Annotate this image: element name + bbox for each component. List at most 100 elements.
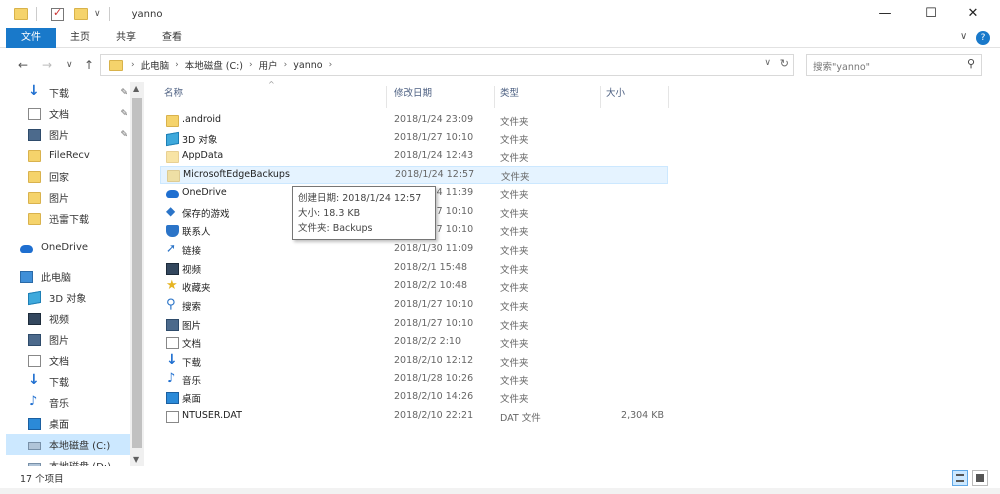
scroll-down-icon[interactable]: ▼ [133,455,139,464]
refresh-icon[interactable]: ↻ [780,57,789,70]
file-row[interactable]: 桌面 2018/2/10 14:26 文件夹 [160,389,668,407]
breadcrumb-this-pc[interactable]: 此电脑 [141,58,170,72]
details-view-button[interactable] [952,470,968,486]
document-icon [28,107,41,120]
file-row[interactable]: 图片 2018/1/27 10:10 文件夹 [160,316,668,334]
file-row[interactable]: NTUSER.DAT 2018/2/10 22:21 DAT 文件 2,304 … [160,408,668,426]
tab-share[interactable]: 共享 [108,28,144,48]
file-row[interactable]: 下载 2018/2/10 12:12 文件夹 [160,352,668,371]
file-row[interactable]: 链接 2018/1/30 11:09 文件夹 [160,241,668,259]
column-header-type[interactable]: 类型 [496,86,600,102]
forward-button[interactable]: → [42,58,52,72]
pin-icon[interactable]: ✎ [120,109,128,119]
pin-icon[interactable]: ✎ [120,130,128,140]
column-header-name[interactable]: 名称 [160,86,386,102]
sidebar-item-this-pc[interactable]: 此电脑 [20,266,130,287]
sidebar-item-folder[interactable]: 回家 [28,166,130,187]
breadcrumb-separator[interactable]: › [249,60,253,70]
breadcrumb-users[interactable]: 用户 [259,58,278,72]
sidebar-item-xunlei-downloads[interactable]: 迅雷下载 [28,208,130,229]
sidebar-item-local-disk-d[interactable]: 本地磁盘 (D:) [28,455,130,466]
address-dropdown-icon[interactable]: ∨ [764,58,771,68]
properties-icon[interactable] [51,6,64,21]
scrollbar-thumb[interactable] [132,98,142,448]
sidebar-item-pictures[interactable]: 图片 [28,329,130,350]
sidebar-item-pictures-pinned[interactable]: 图片 ✎ [28,124,130,145]
file-row[interactable]: 收藏夹 2018/2/2 10:48 文件夹 [160,278,668,296]
column-divider[interactable] [494,86,495,108]
breadcrumb-local-disk[interactable]: 本地磁盘 (C:) [185,58,243,72]
picture-icon [28,128,41,141]
breadcrumb-separator[interactable]: › [284,60,288,70]
sidebar-item-downloads-pinned[interactable]: 下载 ✎ [28,82,130,103]
column-divider[interactable] [600,86,601,108]
column-divider[interactable] [668,86,669,108]
file-row[interactable]: AppData 2018/1/24 12:43 文件夹 [160,148,668,166]
sidebar-item-desktop[interactable]: 桌面 [28,413,130,434]
expand-ribbon-icon[interactable]: ∨ [960,31,967,42]
back-button[interactable]: ← [18,58,28,72]
tab-view[interactable]: 查看 [154,28,190,48]
tab-file[interactable]: 文件 [6,28,56,48]
file-date: 2018/2/2 10:48 [394,280,468,291]
search-icon[interactable]: ⚲ [967,57,975,70]
minimize-button[interactable]: — [862,0,908,28]
title-bar: ∨ yanno [0,0,1000,28]
computer-icon [20,270,33,283]
pin-icon[interactable]: ✎ [120,88,128,98]
saved-games-icon [166,204,179,219]
help-icon[interactable]: ? [976,31,990,45]
sidebar-item-videos[interactable]: 视频 [28,308,130,329]
file-row[interactable]: MicrosoftEdgeBackups 2018/1/24 12:57 文件夹 [160,166,668,184]
file-name: MicrosoftEdgeBackups [183,169,290,180]
folder-icon [167,170,180,182]
3d-objects-icon [166,131,179,147]
sidebar-item-3d-objects[interactable]: 3D 对象 [28,287,130,308]
sidebar-scrollbar[interactable]: ▲ ▼ [130,82,144,466]
file-date: 2018/2/2 2:10 [394,336,462,347]
large-icons-view-button[interactable] [972,470,988,486]
up-button[interactable]: ↑ [84,58,94,72]
tab-home[interactable]: 主页 [62,28,98,48]
document-icon [28,354,41,367]
file-name: 搜索 [182,302,202,313]
sidebar-item-label: 文档 [49,110,69,121]
sidebar-item-filerecv[interactable]: FileRecv [28,145,130,166]
scroll-up-icon[interactable]: ▲ [133,84,139,93]
picture-icon [28,333,41,346]
column-header-size[interactable]: 大小 [602,86,668,102]
recent-locations-button[interactable]: ∨ [66,60,73,70]
sidebar-item-downloads[interactable]: 下载 [28,371,130,392]
sidebar-item-documents-pinned[interactable]: 文档 ✎ [28,103,130,124]
sidebar-item-documents[interactable]: 文档 [28,350,130,371]
file-row[interactable]: 搜索 2018/1/27 10:10 文件夹 [160,297,668,315]
window-bottom-edge [0,488,1000,494]
search-input[interactable]: 搜索"yanno" ⚲ [806,54,982,76]
sidebar-item-onedrive[interactable]: OneDrive [20,237,130,258]
address-bar[interactable]: › 此电脑 › 本地磁盘 (C:) › 用户 › yanno › ∨ ↻ [100,54,794,76]
folder-icon [28,191,41,204]
file-row[interactable]: 文档 2018/2/2 2:10 文件夹 [160,334,668,352]
column-header-date[interactable]: 修改日期 [390,86,494,102]
file-type: 文件夹 [500,246,529,257]
sidebar-item-folder[interactable]: 图片 [28,187,130,208]
file-type: 文件夹 [500,339,529,350]
onedrive-icon [166,190,179,198]
file-row[interactable]: 3D 对象 2018/1/27 10:10 文件夹 [160,130,668,148]
maximize-button[interactable]: ☐ [908,0,954,28]
file-type: 文件夹 [500,209,529,220]
file-row[interactable]: 音乐 2018/1/28 10:26 文件夹 [160,371,668,389]
breadcrumb-yanno[interactable]: yanno [293,60,322,71]
column-divider[interactable] [386,86,387,108]
document-icon [166,337,179,349]
breadcrumb-separator[interactable]: › [329,60,333,70]
sidebar-item-local-disk-c[interactable]: 本地磁盘 (C:) [6,434,130,455]
file-row[interactable]: .android 2018/1/24 23:09 文件夹 [160,112,668,130]
file-row[interactable]: 视频 2018/2/1 15:48 文件夹 [160,260,668,278]
quick-access-dropdown-icon[interactable]: ∨ [94,9,101,19]
new-folder-icon[interactable] [74,8,88,20]
sidebar-item-music[interactable]: 音乐 [28,392,130,413]
file-tooltip: 创建日期: 2018/1/24 12:57 大小: 18.3 KB 文件夹: B… [292,186,436,240]
breadcrumb-separator[interactable]: › [175,60,179,70]
close-button[interactable]: ✕ [950,0,996,28]
